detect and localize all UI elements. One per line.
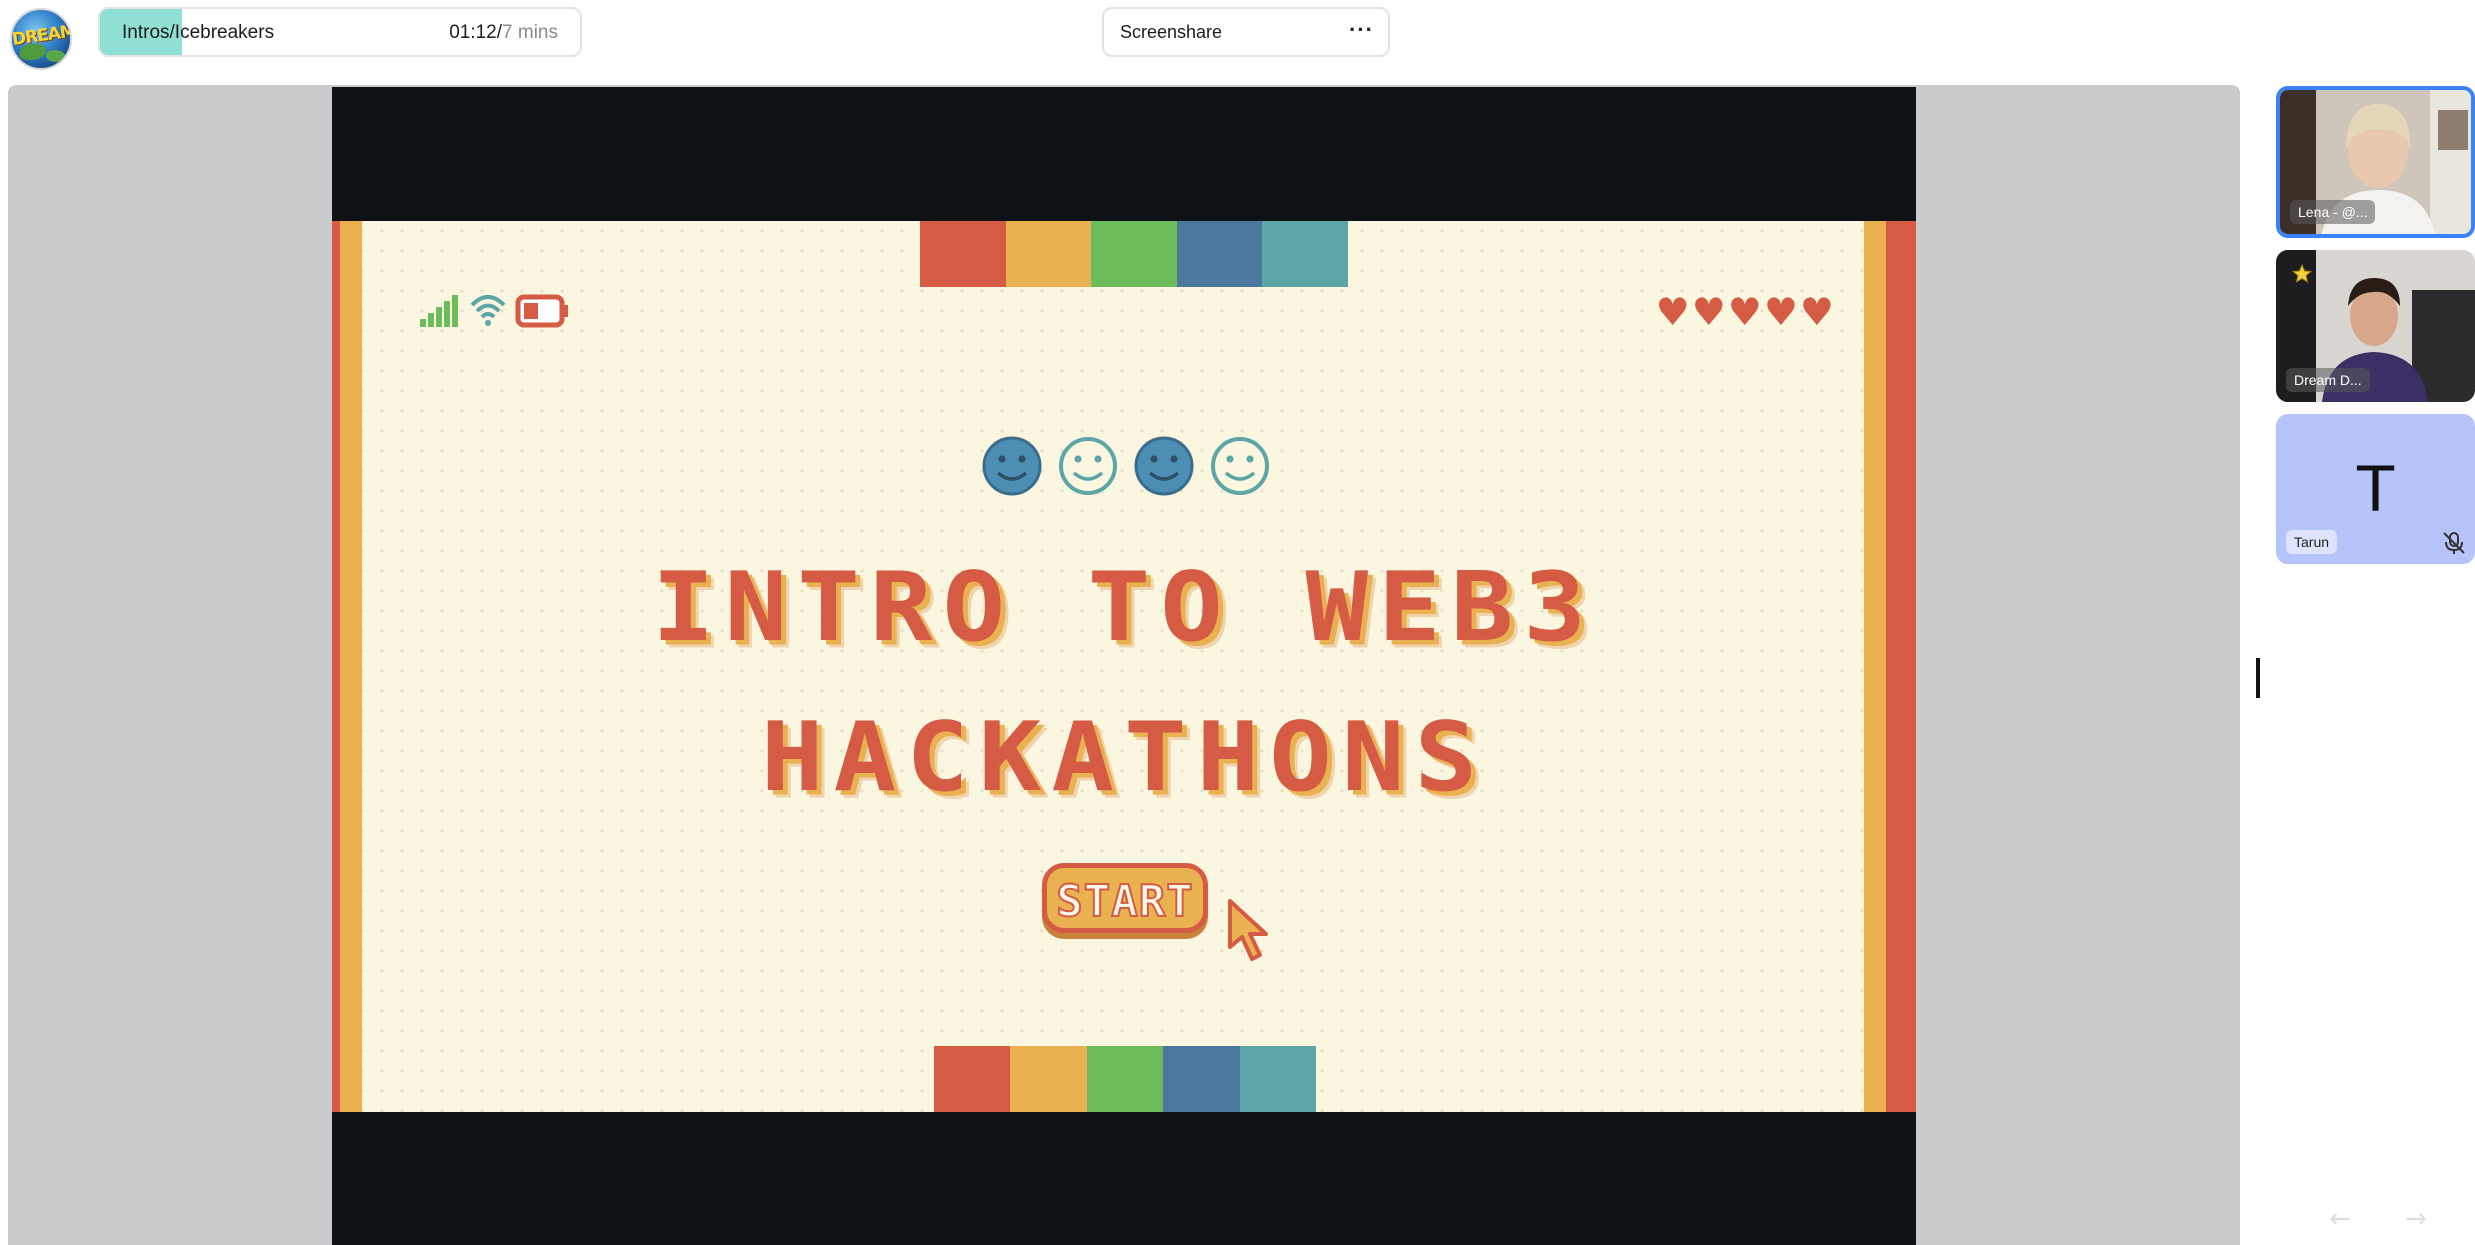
smiley-outline-icon	[1059, 437, 1117, 495]
slide-title-line-2: HACKATHONS	[760, 700, 1488, 814]
dream-logo[interactable]: DREAM	[10, 8, 72, 70]
agenda-timer: 01:12/7 mins	[449, 22, 558, 44]
presentation-slide: ♥♥♥♥♥ INTRO TO WEB3 HACKATHONS START	[332, 221, 1916, 1112]
next-page-arrow-icon[interactable]: →	[2396, 1204, 2436, 1234]
participant-name: Lena - @...	[2290, 200, 2376, 224]
prev-page-arrow-icon[interactable]: ←	[2320, 1204, 2360, 1234]
agenda-title: Intros/Icebreakers	[122, 22, 275, 43]
color-stripes-top	[920, 221, 1348, 287]
participant-tile-dream[interactable]: Dream D...	[2276, 250, 2475, 402]
hearts-lives-icon: ♥♥♥♥♥	[1655, 290, 1836, 334]
smiley-filled-icon	[1134, 436, 1194, 496]
screenshare-label: Screenshare	[1120, 22, 1223, 42]
mic-muted-icon	[2443, 532, 2465, 554]
text-cursor	[2256, 658, 2260, 698]
start-button: START	[1042, 863, 1208, 933]
pointer-cursor-icon	[1228, 899, 1268, 961]
agenda-item[interactable]: Intros/Icebreakers 01:12/7 mins	[98, 7, 582, 57]
logo-text: DREAM	[10, 21, 72, 50]
participant-name: Tarun	[2286, 530, 2338, 554]
agenda-total: 7 mins	[502, 22, 558, 43]
participant-tile-tarun[interactable]: T Tarun	[2276, 414, 2475, 564]
status-icons	[420, 294, 568, 328]
more-options-icon[interactable]: ···	[1349, 17, 1374, 43]
participant-name: Dream D...	[2286, 368, 2370, 392]
start-button-label: START	[1055, 875, 1194, 928]
screenshare-pill[interactable]: Screenshare ···	[1102, 7, 1390, 57]
color-stripes-bottom	[934, 1046, 1316, 1112]
wifi-icon	[470, 295, 506, 326]
smiley-filled-icon	[982, 436, 1042, 496]
participant-tile-lena[interactable]: Lena - @...	[2276, 86, 2475, 238]
participant-initial: T	[2355, 451, 2396, 525]
smiley-outline-icon	[1211, 437, 1269, 495]
meeting-app: DREAM Intros/Icebreakers 01:12/7 mins Sc…	[0, 0, 2475, 1245]
signal-icon	[420, 295, 458, 327]
slide-title-line-1: INTRO TO WEB3	[652, 550, 1596, 664]
smiley-row	[982, 436, 1269, 496]
battery-icon	[515, 294, 568, 328]
agenda-elapsed: 01:12/	[449, 22, 503, 43]
star-icon	[2292, 264, 2312, 284]
